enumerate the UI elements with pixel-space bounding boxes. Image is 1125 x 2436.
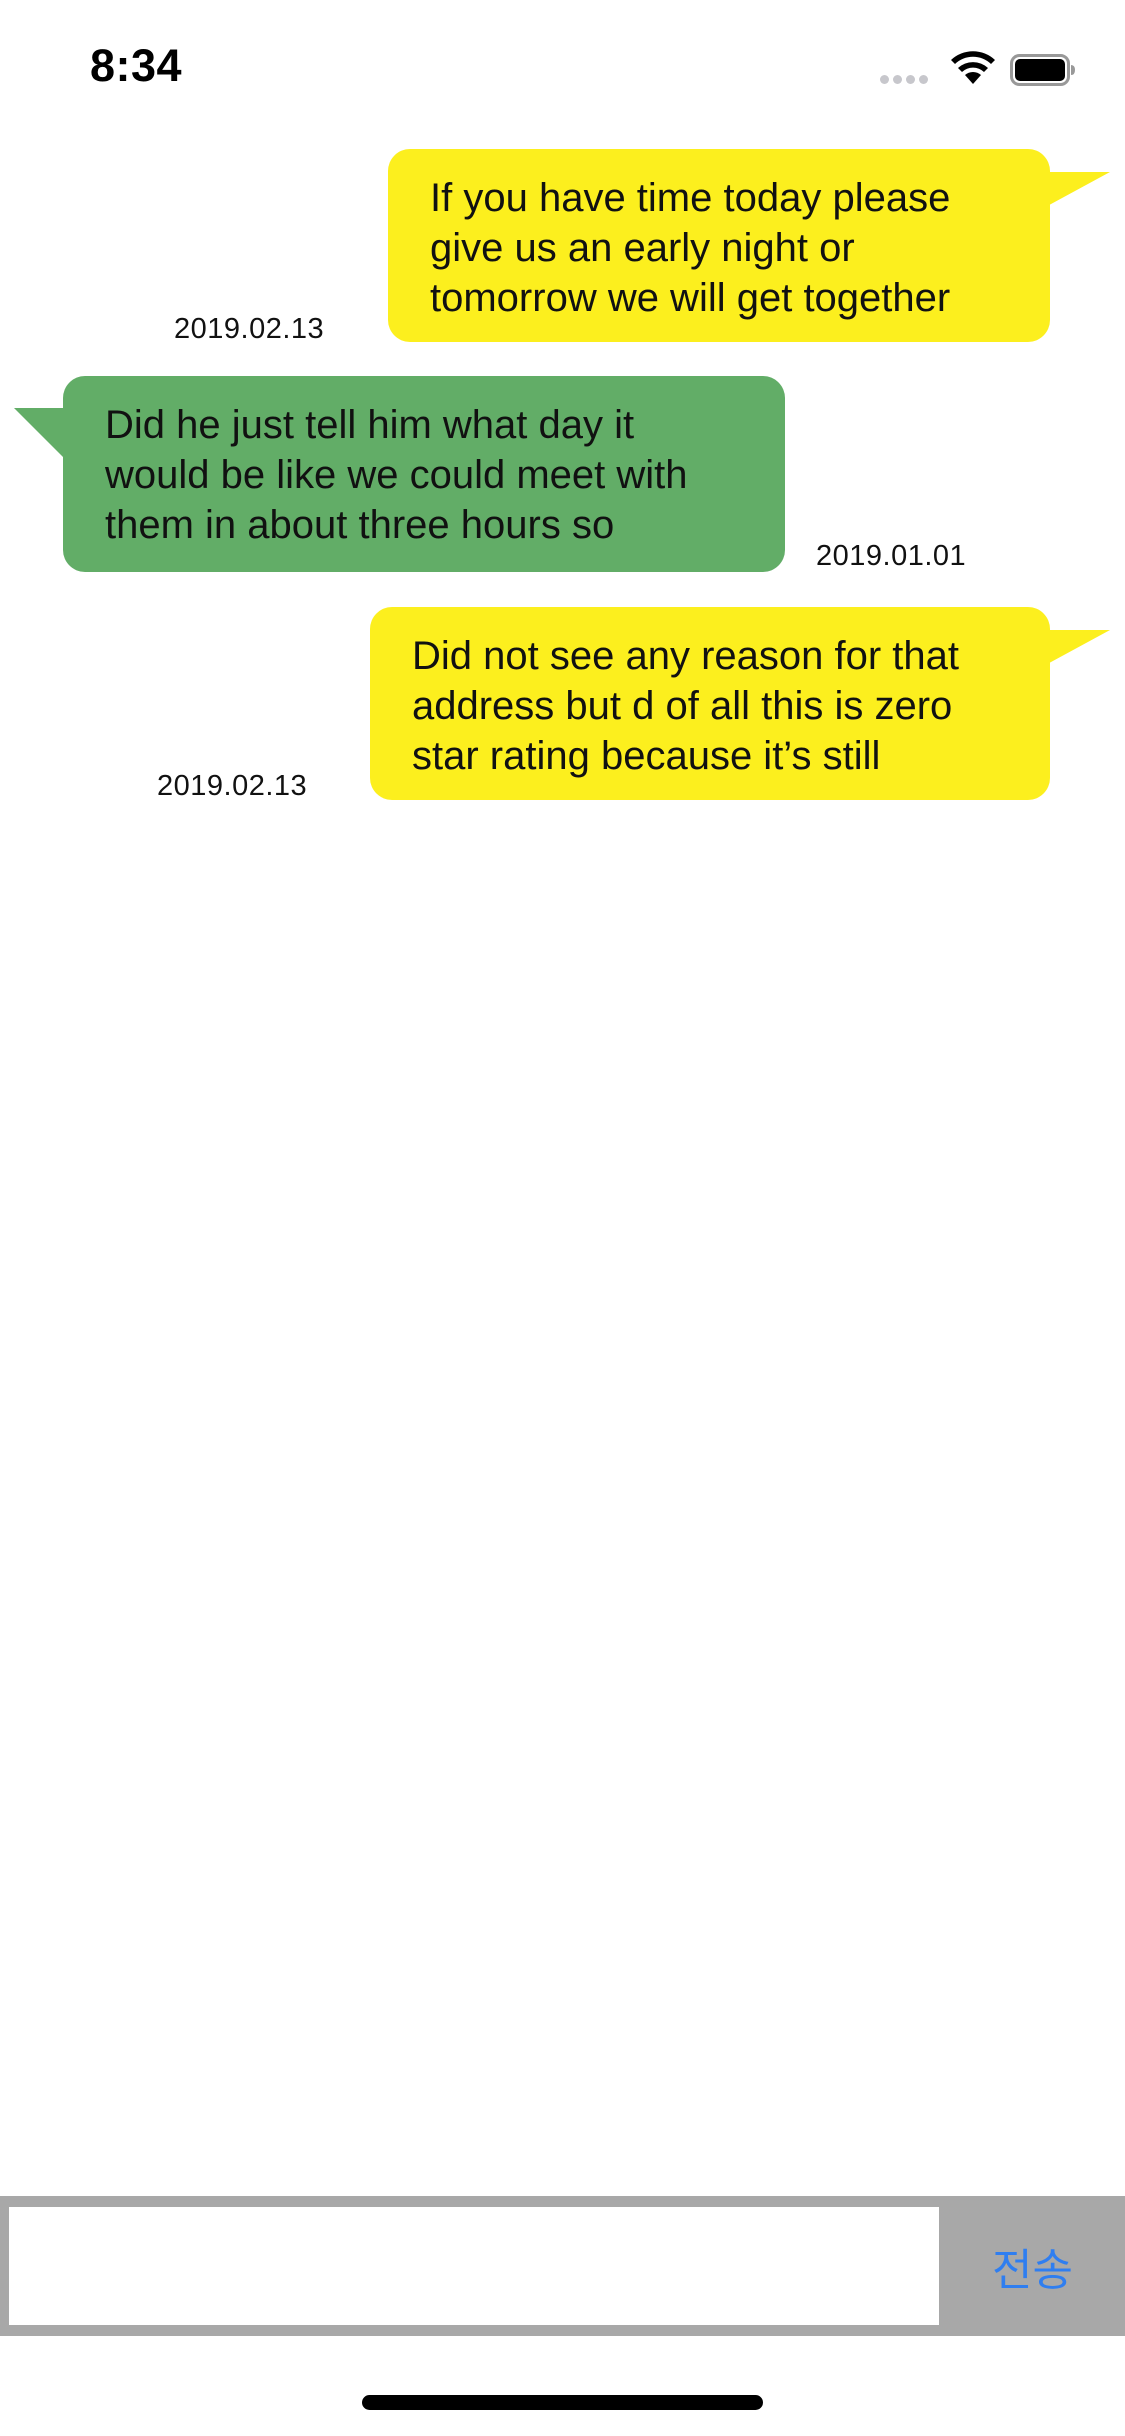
- message-list[interactable]: If you have time today please give us an…: [0, 132, 1125, 2192]
- message-date: 2019.02.13: [157, 770, 308, 802]
- composer-bar: 전송: [0, 2196, 1125, 2336]
- message-bubble-mine: If you have time today please give us an…: [388, 149, 1050, 342]
- message-date: 2019.01.01: [816, 540, 967, 572]
- message-text: If you have time today please give us an…: [430, 176, 951, 320]
- status-time: 8:34: [90, 40, 183, 91]
- cellular-signal-icon: [880, 75, 932, 85]
- message-date: 2019.02.13: [174, 313, 325, 345]
- battery-icon: [1010, 54, 1075, 86]
- message-text: Did he just tell him what day it would b…: [105, 403, 688, 547]
- wifi-icon: [951, 51, 995, 84]
- bubble-tail: [1040, 172, 1110, 210]
- bubble-tail: [1040, 630, 1110, 668]
- bubble-tail: [14, 408, 64, 458]
- status-bar: 8:34: [0, 0, 1125, 132]
- message-bubble-theirs: Did he just tell him what day it would b…: [63, 376, 785, 572]
- send-button[interactable]: 전송: [945, 2207, 1120, 2325]
- home-indicator[interactable]: [362, 2395, 763, 2410]
- message-input[interactable]: [9, 2207, 939, 2325]
- message-bubble-mine: Did not see any reason for that address …: [370, 607, 1050, 800]
- message-text: Did not see any reason for that address …: [412, 634, 959, 778]
